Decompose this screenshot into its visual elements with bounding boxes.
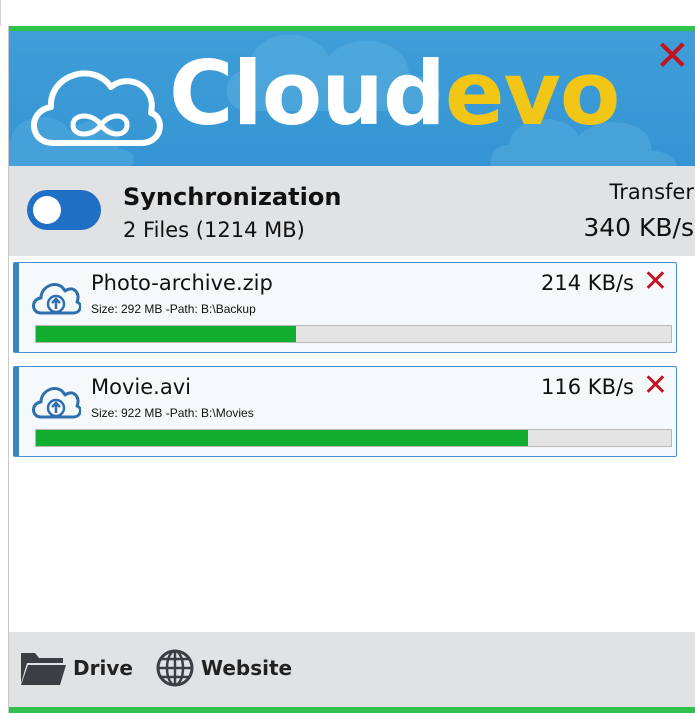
transfer-item: Movie.avi Size: 922 MB -Path: B:\Movies …	[13, 366, 677, 457]
sync-status-bar: Synchronization 2 Files (1214 MB) Transf…	[9, 166, 695, 256]
sync-toggle-knob	[33, 196, 61, 224]
globe-icon	[156, 649, 194, 687]
bottom-accent-bar	[9, 707, 695, 713]
sync-toggle[interactable]	[27, 190, 101, 230]
cloudevo-window: Cloudevo ✕ Synchronization 2 Files (1214…	[8, 26, 695, 713]
cancel-transfer-button[interactable]: ✕	[643, 265, 668, 299]
progress-fill	[36, 430, 529, 446]
logo-cloud-icon	[31, 70, 163, 146]
brand-part-cloud: Cloud	[169, 42, 446, 145]
file-meta: Size: 922 MB -Path: B:\Movies	[91, 406, 254, 420]
transfer-item: Photo-archive.zip Size: 292 MB -Path: B:…	[13, 262, 677, 353]
cloud-upload-icon	[32, 387, 81, 419]
transfer-label: Transfer	[609, 180, 694, 204]
sync-files-summary: 2 Files (1214 MB)	[123, 218, 305, 242]
website-button[interactable]: Website	[155, 648, 292, 688]
close-window-button[interactable]: ✕	[655, 35, 690, 77]
window-edge-line	[0, 0, 1, 26]
file-speed: 214 KB/s	[541, 271, 634, 295]
file-meta: Size: 292 MB -Path: B:\Backup	[91, 302, 256, 316]
brand-part-evo: evo	[444, 42, 621, 145]
sync-title: Synchronization	[123, 183, 342, 211]
file-speed: 116 KB/s	[541, 375, 634, 399]
brand-logo-text: Cloudevo	[169, 39, 621, 149]
file-name: Photo-archive.zip	[91, 271, 273, 295]
website-label: Website	[201, 656, 293, 680]
cancel-transfer-button[interactable]: ✕	[643, 369, 668, 403]
progress-bar	[35, 325, 672, 343]
folder-icon	[21, 653, 66, 685]
drive-label: Drive	[73, 656, 133, 680]
header-banner: Cloudevo ✕	[9, 31, 695, 166]
drive-button[interactable]: Drive	[19, 648, 133, 688]
progress-fill	[36, 326, 297, 342]
progress-bar	[35, 429, 672, 447]
cloud-upload-icon	[32, 283, 81, 315]
file-name: Movie.avi	[91, 375, 191, 399]
transfer-rate: 340 KB/s	[583, 213, 694, 242]
footer-bar: Drive Website	[9, 632, 695, 707]
